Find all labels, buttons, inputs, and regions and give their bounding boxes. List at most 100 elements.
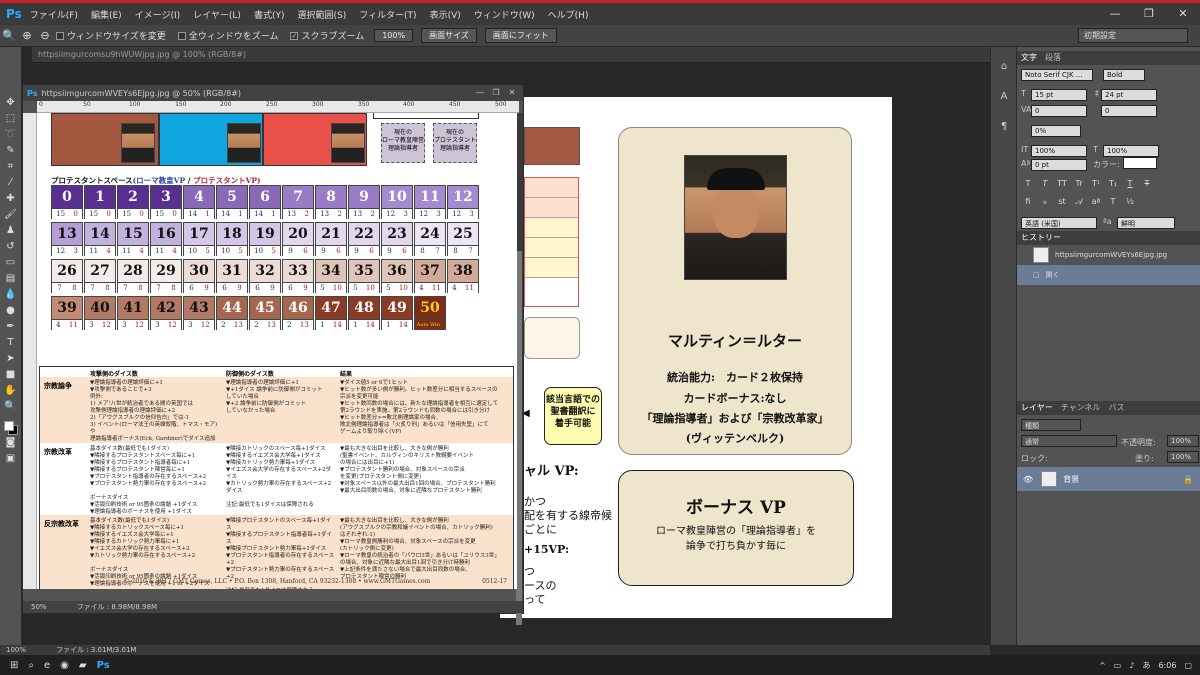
color-swatches[interactable]: [3, 421, 18, 435]
zoom-level[interactable]: 100%: [6, 646, 26, 654]
checkbox[interactable]: [177, 31, 186, 40]
edge-icon[interactable]: e: [44, 660, 50, 671]
font-family-select[interactable]: Noto Serif CJK ...: [1021, 69, 1093, 81]
menu-type[interactable]: 書式(Y): [254, 8, 285, 21]
blend-mode-select[interactable]: 通常: [1021, 435, 1117, 447]
chrome-icon[interactable]: ◉: [60, 660, 69, 671]
zoom-in-icon[interactable]: ⊕: [18, 29, 36, 42]
photoshop-taskbar-icon[interactable]: Ps: [97, 660, 110, 671]
dodge-tool-icon[interactable]: ●: [2, 303, 20, 319]
subscript-icon[interactable]: T₁: [1106, 179, 1120, 191]
marquee-tool-icon[interactable]: ⬚: [2, 111, 20, 127]
checkbox-checked[interactable]: ✓: [290, 31, 299, 40]
screen-size-button[interactable]: 画面サイズ: [421, 28, 477, 43]
fit-screen-button[interactable]: 画面にフィット: [484, 28, 557, 43]
menu-window[interactable]: ウィンドウ(W): [474, 8, 535, 21]
zoom-tool-icon[interactable]: 🔍: [2, 399, 20, 415]
floating-zoom-level[interactable]: 50%: [31, 603, 47, 611]
scrubby-zoom-option[interactable]: ✓ スクラブズーム: [290, 29, 364, 42]
paragraph-panel-icon[interactable]: ¶: [991, 117, 1017, 137]
fill-field[interactable]: 100%: [1167, 451, 1199, 463]
quick-select-icon[interactable]: ✎: [2, 143, 20, 159]
crop-tool-icon[interactable]: ⌗: [2, 159, 20, 175]
explorer-icon[interactable]: ▰: [79, 660, 87, 671]
faux-italic-icon[interactable]: T: [1038, 179, 1052, 191]
text-color-swatch[interactable]: [1123, 157, 1157, 169]
kerning-field[interactable]: 0: [1031, 105, 1087, 117]
menu-file[interactable]: ファイル(F): [30, 8, 78, 21]
ligature-icon[interactable]: fi: [1021, 197, 1035, 209]
clock[interactable]: 6:06: [1158, 661, 1176, 670]
floating-window-title[interactable]: Ps httpsiimgurcomWVEYs6Ejpg.jpg @ 50% (R…: [23, 85, 523, 101]
workspace-select[interactable]: 初期設定: [1078, 28, 1188, 43]
minimize-button[interactable]: —: [473, 86, 487, 99]
lasso-tool-icon[interactable]: ➰: [2, 127, 20, 143]
tab-paragraph[interactable]: 段落: [1045, 51, 1061, 65]
document-tab[interactable]: httpsiimgurcomsu9hWUWjpg.jpg @ 100% (RGB…: [32, 47, 990, 63]
network-icon[interactable]: ▭: [1114, 661, 1122, 670]
notification-icon[interactable]: ▢: [1184, 661, 1192, 670]
pen-tool-icon[interactable]: ✒: [2, 319, 20, 335]
superscript-icon[interactable]: T¹: [1089, 179, 1103, 191]
opacity-field[interactable]: 100%: [1167, 435, 1199, 447]
font-size-field[interactable]: 15 pt: [1031, 89, 1087, 101]
history-state-open[interactable]: ▢ 開く: [1017, 265, 1200, 285]
volume-icon[interactable]: ♪: [1129, 661, 1134, 670]
antialias-select[interactable]: 鮮明: [1117, 217, 1175, 229]
minimize-button[interactable]: —: [1098, 3, 1132, 25]
move-tool-icon[interactable]: ✥: [2, 95, 20, 111]
horizontal-scale-field[interactable]: 100%: [1103, 145, 1159, 157]
layer-kind-filter[interactable]: 種類: [1021, 419, 1081, 431]
floating-document-window[interactable]: Ps httpsiimgurcomWVEYs6Ejpg.jpg @ 50% (R…: [22, 84, 524, 625]
language-select[interactable]: 英語 (米国): [1021, 217, 1097, 229]
strikethrough-icon[interactable]: T: [1140, 179, 1154, 191]
menu-edit[interactable]: 編集(E): [91, 8, 122, 21]
path-select-icon[interactable]: ➤: [2, 351, 20, 367]
tab-layers[interactable]: レイヤー: [1021, 401, 1053, 415]
checkbox[interactable]: [56, 31, 64, 40]
menu-filter[interactable]: フィルター(T): [359, 8, 416, 21]
stylistic-icon[interactable]: 𝒜: [1072, 197, 1086, 209]
history-brush-icon[interactable]: ↺: [2, 239, 20, 255]
tsume-field[interactable]: 0%: [1031, 125, 1081, 137]
menu-layer[interactable]: レイヤー(L): [193, 8, 241, 21]
visibility-eye-icon[interactable]: 👁: [1023, 475, 1033, 484]
menu-image[interactable]: イメージ(I): [135, 8, 181, 21]
leading-field[interactable]: 24 pt: [1101, 89, 1157, 101]
tab-character[interactable]: 文字: [1021, 51, 1037, 65]
zoom-100-button[interactable]: 100%: [374, 29, 414, 42]
eyedropper-icon[interactable]: ⁄: [2, 175, 20, 191]
faux-bold-icon[interactable]: T: [1021, 179, 1035, 191]
vertical-scale-field[interactable]: 100%: [1031, 145, 1087, 157]
titling-icon[interactable]: T: [1106, 197, 1120, 209]
tab-channels[interactable]: チャンネル: [1061, 401, 1101, 415]
hand-tool-icon[interactable]: ✋: [2, 383, 20, 399]
foreground-color[interactable]: [3, 421, 14, 431]
all-caps-icon[interactable]: TT: [1055, 179, 1069, 191]
font-style-select[interactable]: Bold: [1103, 69, 1145, 81]
tab-paths[interactable]: パス: [1109, 401, 1125, 415]
menu-help[interactable]: ヘルプ(H): [548, 8, 589, 21]
swash-icon[interactable]: st: [1055, 197, 1069, 209]
menu-view[interactable]: 表示(V): [430, 8, 461, 21]
chevron-up-icon[interactable]: ^: [1099, 661, 1106, 670]
history-snapshot[interactable]: httpsiimgurcomWVEYs6Ejpg.jpg: [1017, 245, 1200, 265]
eraser-tool-icon[interactable]: ▭: [2, 255, 20, 271]
alternates-icon[interactable]: ℴ: [1038, 197, 1052, 209]
tab-history[interactable]: ヒストリー: [1021, 231, 1061, 245]
shape-tool-icon[interactable]: ■: [2, 367, 20, 383]
start-icon[interactable]: ⊞: [10, 660, 18, 671]
type-tool-icon[interactable]: T: [2, 335, 20, 351]
blur-tool-icon[interactable]: 💧: [2, 287, 20, 303]
stamp-tool-icon[interactable]: ♟: [2, 223, 20, 239]
maximize-button[interactable]: ❐: [489, 86, 503, 99]
small-caps-icon[interactable]: Tr: [1072, 179, 1086, 191]
ordinals-icon[interactable]: aª: [1089, 197, 1103, 209]
screen-mode-icon[interactable]: ▣: [2, 451, 20, 467]
fractions-icon[interactable]: ½: [1123, 197, 1137, 209]
healing-brush-icon[interactable]: ✚: [2, 191, 20, 207]
history-panel-icon[interactable]: ⌂: [991, 57, 1017, 77]
ime-indicator[interactable]: あ: [1142, 660, 1150, 671]
zoom-out-icon[interactable]: ⊖: [36, 29, 54, 42]
close-button[interactable]: ✕: [1166, 3, 1200, 25]
